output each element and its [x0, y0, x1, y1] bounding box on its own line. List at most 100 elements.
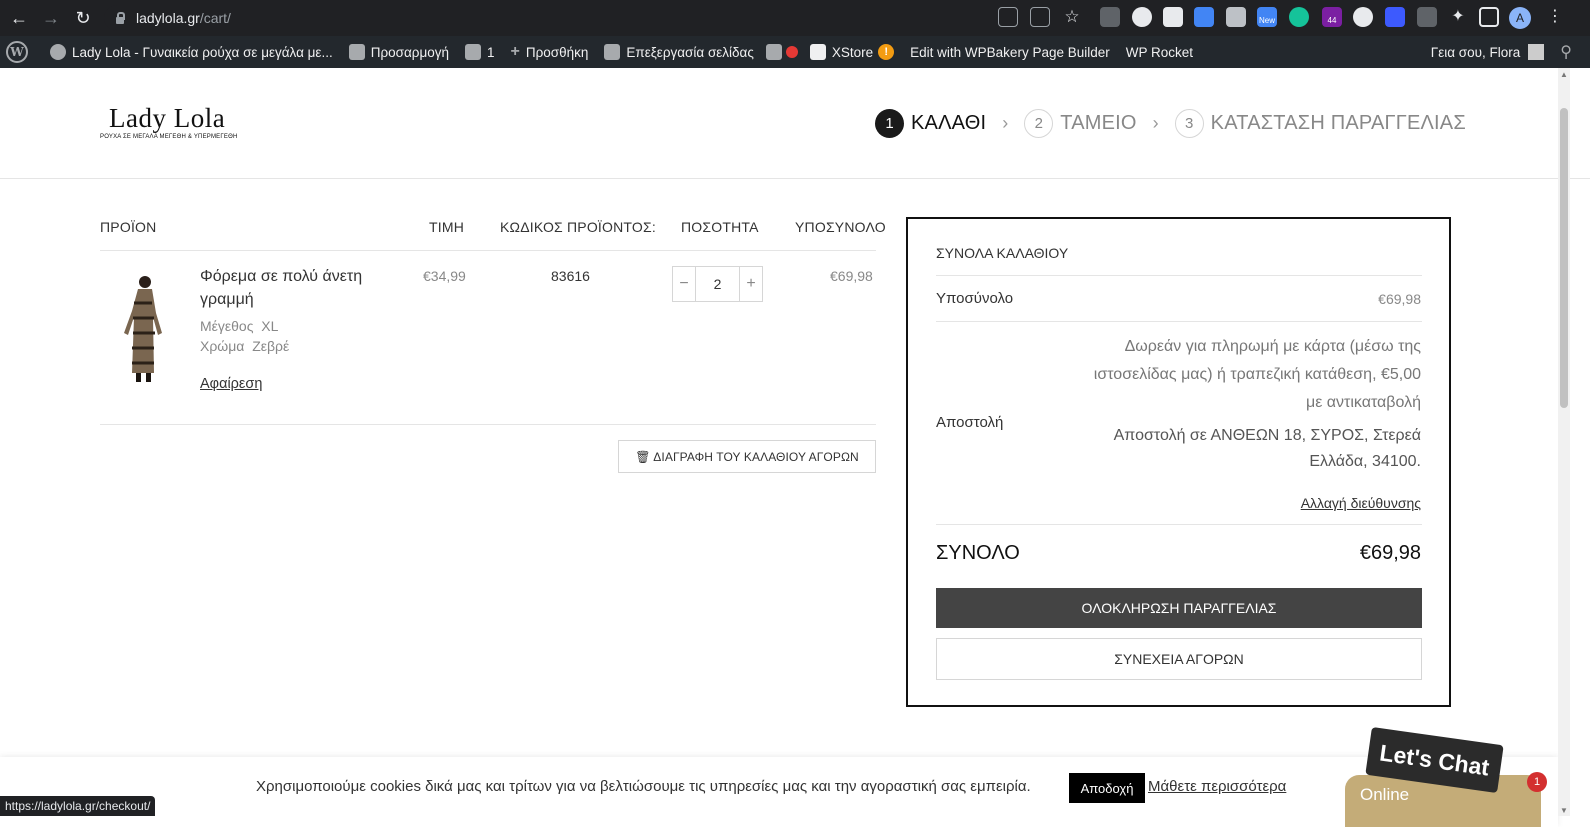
translate-icon[interactable]	[998, 7, 1018, 27]
change-address-link[interactable]: Αλλαγή διεύθυνσης	[1301, 495, 1421, 511]
forward-icon[interactable]: →	[36, 3, 66, 33]
size-label: Μέγεθος	[200, 318, 254, 334]
puzzle-extensions-icon[interactable]: ✦	[1448, 7, 1468, 27]
step-order-status-label[interactable]: ΚΑΤΑΣΤΑΣΗ ΠΑΡΑΓΓΕΛΙΑΣ	[1211, 112, 1466, 135]
plus-icon: +	[510, 43, 520, 60]
side-panel-icon[interactable]	[1479, 7, 1499, 27]
counter-extension-icon[interactable]: 44	[1322, 7, 1342, 27]
table-header-divider	[100, 250, 876, 251]
lock-icon	[114, 12, 126, 24]
cart-totals-panel: ΣΥΝΟΛΑ ΚΑΛΑΘΙΟΥ Υποσύνολο €69,98 Αποστολ…	[906, 217, 1451, 707]
shipping-description: Δωρεάν για πληρωμή με κάρτα (μέσω της ισ…	[1093, 338, 1421, 411]
step-checkout-label[interactable]: ΤΑΜΕΙΟ	[1060, 112, 1136, 135]
x-extension-icon[interactable]	[1417, 7, 1437, 27]
shipping-address: Αποστολή σε ΑΝΘΕΩΝ 18, ΣΥΡΟΣ, Στερεά Ελλ…	[1113, 427, 1421, 470]
size-value: XL	[261, 318, 279, 334]
proceed-to-checkout-button[interactable]: ΟΛΟΚΛΗΡΩΣΗ ΠΑΡΑΓΓΕΛΙΑΣ	[936, 588, 1422, 628]
admin-wp-rocket-label: WP Rocket	[1125, 44, 1194, 60]
url-path: /cart/	[199, 10, 231, 26]
user-avatar	[1528, 44, 1545, 60]
comment-icon	[465, 44, 482, 60]
admin-customize[interactable]: Προσαρμογή	[341, 36, 457, 68]
checkout-steps: 1 ΚΑΛΑΘΙ › 2 ΤΑΜΕΙΟ › 3 ΚΑΤΑΣΤΑΣΗ ΠΑΡΑΓΓ…	[875, 108, 1466, 138]
screen-recorder-icon[interactable]	[1385, 7, 1405, 27]
product-color: Χρώμα Ζεβρέ	[200, 338, 289, 354]
admin-greeting: Γεια σου, Flora	[1430, 44, 1521, 60]
new-extension-icon[interactable]: New	[1257, 7, 1277, 27]
recycle-extension-icon[interactable]	[1100, 7, 1120, 27]
globe-extension-icon[interactable]	[1132, 7, 1152, 27]
column-sku: ΚΩΔΙΚΟΣ ΠΡΟΪΟΝΤΟΣ:	[500, 219, 656, 235]
cookie-accept-button[interactable]: Αποδοχή	[1069, 773, 1145, 803]
admin-xstore-label: XStore	[831, 44, 874, 60]
chevron-right-icon: ›	[1152, 112, 1159, 133]
menu-kebab-icon[interactable]: ⋮	[1545, 7, 1565, 27]
site-logo[interactable]: Lady Lola ΡΟΥΧΑ ΣΕ ΜΕΓΑΛΑ ΜΕΓΕΘΗ & ΥΠΕΡΜ…	[100, 104, 237, 140]
item-subtotal: €69,98	[830, 268, 873, 284]
url-domain: ladylola.gr	[136, 10, 200, 26]
remove-item-link[interactable]: Αφαίρεση	[200, 376, 262, 392]
cookie-learn-more-link[interactable]: Μάθετε περισσότερα	[1148, 778, 1286, 795]
column-quantity: ΠΟΣΟΤΗΤΑ	[681, 219, 759, 235]
admin-site-name-label: Lady Lola - Γυναικεία ρούχα σε μεγάλα με…	[72, 44, 333, 60]
admin-yoast[interactable]	[762, 36, 802, 68]
admin-wpbakery[interactable]: Edit with WPBakery Page Builder	[902, 36, 1118, 68]
bookmark-star-icon[interactable]: ☆	[1062, 7, 1082, 27]
scroll-down-icon[interactable]: ▼	[1558, 804, 1570, 816]
column-product: ΠΡΟΪΟΝ	[100, 219, 157, 235]
back-icon[interactable]: ←	[4, 3, 34, 33]
admin-search-icon[interactable]: ⚲	[1552, 36, 1580, 68]
admin-comments[interactable]: 1	[457, 36, 503, 68]
continue-shopping-button[interactable]: ΣΥΝΕΧΕΙΑ ΑΓΟΡΩΝ	[936, 638, 1422, 680]
scroll-up-icon[interactable]: ▲	[1558, 68, 1570, 80]
admin-wp-rocket[interactable]: WP Rocket	[1118, 36, 1201, 68]
profile-avatar[interactable]: A	[1509, 7, 1531, 29]
brush-icon	[348, 44, 365, 60]
quantity-input[interactable]: 2	[695, 267, 740, 301]
column-price: ΤΙΜΗ	[429, 219, 465, 235]
admin-comments-count: 1	[487, 44, 495, 60]
cast-extension-icon[interactable]	[1163, 7, 1183, 27]
step-1-number[interactable]: 1	[875, 108, 904, 138]
admin-xstore[interactable]: XStore!	[802, 36, 902, 68]
camera-extension-icon[interactable]	[1226, 7, 1246, 27]
admin-account[interactable]: Γεια σου, Flora	[1423, 36, 1553, 68]
item-price: €34,99	[423, 268, 466, 284]
admin-add-new[interactable]: + Προσθήκη	[503, 36, 597, 68]
header-divider	[0, 178, 1590, 179]
color-label: Χρώμα	[200, 338, 245, 354]
admin-wpbakery-label: Edit with WPBakery Page Builder	[910, 44, 1110, 60]
color-value: Ζεβρέ	[252, 338, 290, 354]
reload-icon[interactable]: ↻	[68, 3, 98, 33]
step-cart-label[interactable]: ΚΑΛΑΘΙ	[911, 112, 986, 135]
spiral-extension-icon[interactable]	[1353, 7, 1373, 27]
column-subtotal: ΥΠΟΣΥΝΟΛΟ	[795, 219, 886, 235]
grammarly-icon[interactable]	[1289, 7, 1309, 27]
product-thumbnail[interactable]	[118, 273, 168, 385]
admin-edit-page-label: Επεξεργασία σελίδας	[626, 44, 754, 60]
cart-totals-title: ΣΥΝΟΛΑ ΚΑΛΑΘΙΟΥ	[936, 245, 1069, 261]
clear-cart-button[interactable]: 🗑 ΔΙΑΓΡΑΦΗ ΤΟΥ ΚΑΛΑΘΙΟΥ ΑΓΟΡΩΝ	[618, 440, 876, 473]
total-label: ΣΥΝΟΛΟ	[936, 542, 1020, 564]
admin-edit-page[interactable]: Επεξεργασία σελίδας	[596, 36, 761, 68]
admin-customize-label: Προσαρμογή	[370, 44, 450, 60]
scroll-thumb[interactable]	[1560, 108, 1568, 408]
share-icon[interactable]	[1030, 7, 1050, 27]
address-bar[interactable]: ladylola.gr/cart/	[104, 5, 1112, 31]
admin-site-name[interactable]: Lady Lola - Γυναικεία ρούχα σε μεγάλα με…	[42, 36, 341, 68]
product-name[interactable]: Φόρεμα σε πολύ άνετη γραμμή	[200, 265, 390, 311]
step-3-number[interactable]: 3	[1174, 108, 1204, 138]
step-2-number[interactable]: 2	[1024, 108, 1054, 138]
quantity-stepper: − 2 +	[672, 266, 763, 302]
page-scrollbar[interactable]: ▲ ▼	[1558, 68, 1570, 816]
google-translate-extension-icon[interactable]	[1194, 7, 1214, 27]
cookie-banner: Χρησιμοποιούμε cookies δικά μας και τρίτ…	[0, 757, 1558, 827]
wp-logo-menu[interactable]: W	[0, 36, 42, 68]
plus-icon[interactable]: +	[740, 267, 762, 301]
minus-icon[interactable]: −	[673, 267, 695, 301]
dashboard-icon	[50, 44, 66, 60]
chat-status[interactable]: Online	[1360, 785, 1409, 805]
product-size: Μέγεθος XL	[200, 318, 278, 334]
chevron-right-icon: ›	[1002, 112, 1009, 133]
pencil-icon	[604, 44, 621, 60]
